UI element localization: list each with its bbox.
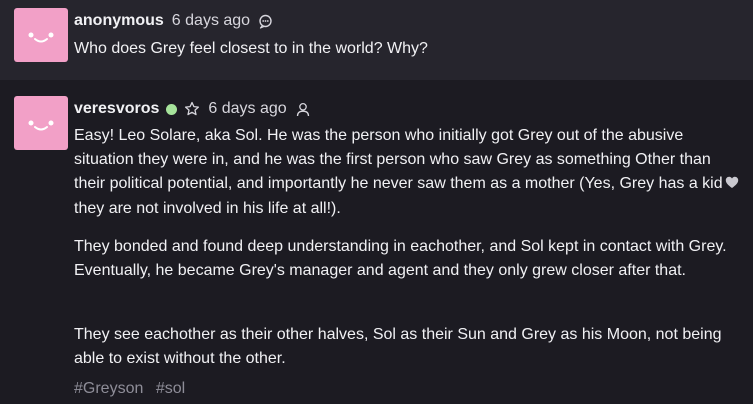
- white-heart-icon: [725, 173, 739, 197]
- answer-paragraph-1-text: Easy! Leo Solare, aka Sol. He was the pe…: [74, 127, 723, 192]
- anonymous-avatar[interactable]: [14, 8, 68, 62]
- answerer-avatar[interactable]: [14, 96, 68, 150]
- tag-sol[interactable]: #sol: [156, 380, 185, 397]
- answer-timestamp[interactable]: 6 days ago: [208, 100, 286, 118]
- star-icon[interactable]: [184, 101, 200, 117]
- question-text: Who does Grey feel closest to in the wor…: [74, 40, 428, 57]
- question-timestamp[interactable]: 6 days ago: [172, 12, 250, 30]
- question-meta: anonymous 6 days ago: [74, 10, 273, 32]
- answer-paragraph-1: Easy! Leo Solare, aka Sol. He was the pe…: [74, 124, 746, 221]
- answer-paragraph-3: They see eachother as their other halves…: [74, 326, 722, 367]
- answer-meta: veresvoros 6 days ago: [74, 98, 310, 120]
- answer-username[interactable]: veresvoros: [74, 100, 159, 118]
- question-username[interactable]: anonymous: [74, 12, 164, 30]
- answer-paragraph-1-text-end: they are not involved in his life at all…: [74, 200, 341, 217]
- face-icon: [28, 32, 54, 43]
- face-icon: [28, 120, 54, 131]
- person-icon: [296, 102, 310, 117]
- tag-greyson[interactable]: #Greyson: [74, 380, 143, 397]
- online-status-icon: [166, 103, 178, 115]
- answer-paragraph-2: They bonded and found deep understanding…: [74, 238, 727, 279]
- speech-bubble-icon: [258, 14, 273, 29]
- tag-list: #Greyson #sol: [74, 378, 193, 400]
